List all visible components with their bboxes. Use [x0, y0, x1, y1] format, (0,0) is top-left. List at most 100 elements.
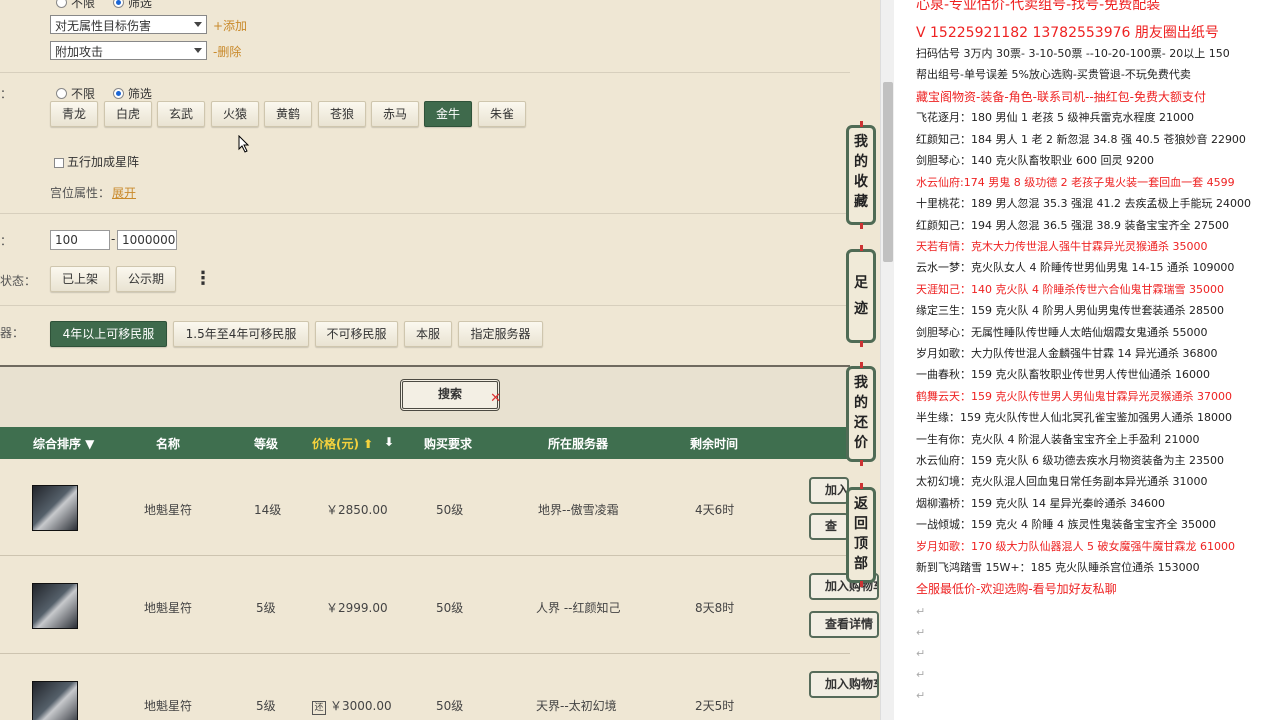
req-header: 购买要求: [424, 437, 473, 451]
item-thumbnail[interactable]: [32, 681, 78, 720]
expand-link[interactable]: 展开: [112, 184, 136, 201]
star-option-baihu[interactable]: 白虎: [104, 101, 152, 127]
item-name[interactable]: 地魁星符: [144, 501, 192, 518]
radio-filter[interactable]: 筛选: [112, 0, 152, 11]
divider: [0, 213, 850, 214]
stars-radio-filter[interactable]: 筛选: [112, 85, 152, 102]
stars-radio-group: 不限 筛选: [56, 85, 166, 102]
footprint-tab[interactable]: 足迹: [846, 245, 876, 347]
ad-line: 一生有你：克火队 4 阶混人装备宝宝齐全上手盈利 21000: [916, 433, 1200, 446]
empty-paragraph-mark: ↵: [916, 605, 926, 618]
stars-radio-unlimited[interactable]: 不限: [56, 85, 95, 102]
add-link[interactable]: +添加: [213, 17, 247, 34]
add-to-cart-button[interactable]: 加入购物车: [809, 671, 879, 698]
ad-line: 天涯知己：140 克火队 4 阶睡杀传世六合仙鬼甘霖瑞雪 35000: [916, 283, 1224, 296]
attribute-select-2[interactable]: 附加攻击: [50, 41, 207, 60]
server-option-specific[interactable]: 指定服务器: [458, 321, 543, 347]
ad-line: 岁月如歌：170 级大力队仙器混人 5 破女魔强牛魔甘霖龙 61000: [916, 540, 1235, 553]
star-option-qinglong[interactable]: 青龙: [50, 101, 98, 127]
radio-unlimited[interactable]: 不限: [56, 0, 95, 11]
ad-header: 心泉-专业估价-代卖组号-找号-免费配装: [916, 0, 1161, 13]
five-elements-checkbox[interactable]: 五行加成星阵: [54, 153, 139, 170]
radio-label: 不限: [71, 0, 96, 10]
ad-line: 太初幻境：克火队混人回血鬼日常任务副本异光通杀 31000: [916, 475, 1208, 488]
star-option-xuanwu[interactable]: 玄武: [157, 101, 205, 127]
table-row: 地魁星符 14级 ￥2850.00 50级 地界--傲雪凌霜 4天6时 加入 查: [0, 459, 850, 556]
back-to-top-tab[interactable]: 返回顶部: [846, 483, 876, 587]
price-sort-down[interactable]: ⬇: [384, 435, 394, 449]
ad-line: 云水一梦：克火队女人 4 阶睡传世男仙男鬼 14-15 通杀 109000: [916, 261, 1235, 274]
sort-header[interactable]: 综合排序 ▼: [33, 435, 94, 452]
ad-line: 岁月如歌：大力队传世混人金麟强牛甘霖 14 异光通杀 36800: [916, 347, 1218, 360]
item-thumbnail[interactable]: [32, 485, 78, 531]
select-value: 附加攻击: [55, 45, 104, 59]
item-server: 天界--太初幻境: [536, 699, 617, 713]
item-price: ￥2850.00: [326, 503, 388, 517]
price-sort-up[interactable]: 价格(元) ⬆: [312, 435, 373, 452]
star-option-huanghe[interactable]: 黄鹤: [264, 101, 312, 127]
item-level: 5级: [256, 601, 276, 615]
palace-label: 宫位属性：: [50, 186, 111, 200]
item-name[interactable]: 地魁星符: [144, 697, 192, 714]
item-price: ￥2999.00: [326, 601, 388, 615]
empty-paragraph-mark: ↵: [916, 689, 926, 702]
server-option-this[interactable]: 本服: [404, 321, 452, 347]
star-option-canglang[interactable]: 苍狼: [318, 101, 366, 127]
ad-line: 全服最低价-欢迎选购-看号加好友私聊: [916, 582, 1117, 596]
ad-contact: V 15225921182 13782553976 朋友圈出纸号: [916, 25, 1219, 41]
server-option-no-migrate[interactable]: 不可移民服: [315, 321, 398, 347]
ad-line: 半生缘：159 克火队传世人仙北冥孔雀宝鉴加强男人通杀 18000: [916, 411, 1232, 424]
checkbox-label: 五行加成星阵: [67, 155, 140, 169]
ad-line: 水云仙府:174 男鬼 8 级功德 2 老孩子鬼火装一套回血一套 4599: [916, 176, 1235, 189]
scrollbar-thumb[interactable]: [883, 82, 893, 262]
item-thumbnail[interactable]: [32, 583, 78, 629]
search-button[interactable]: 搜索 ✕: [400, 379, 501, 411]
item-price-cell: 还 ￥3000.00: [312, 697, 392, 715]
price-label: ：: [0, 234, 13, 248]
ad-line: 新到飞鸿踏雪 15W+：185 克火队睡杀宫位通杀 153000: [916, 561, 1200, 574]
more-vertical-icon[interactable]: ⋮: [194, 270, 212, 288]
close-icon: ✕: [490, 391, 501, 406]
my-favorites-tab[interactable]: 我的收藏: [846, 121, 876, 229]
search-button-label: 搜索: [437, 387, 462, 401]
divider: [0, 305, 850, 306]
add-to-cart-button[interactable]: 加入: [809, 477, 849, 504]
ad-line: 剑胆琴心：140 克火队畜牧职业 600 回灵 9200: [916, 154, 1154, 167]
view-details-button[interactable]: 查看详情: [809, 611, 879, 638]
server-label: 器：: [0, 326, 25, 340]
empty-paragraph-mark: ↵: [916, 668, 926, 681]
empty-paragraph-mark: ↵: [916, 647, 926, 660]
status-public-button[interactable]: 公示期: [116, 266, 176, 292]
ad-line: 飞花逐月：180 男仙 1 老孩 5 级神兵雷克水程度 21000: [916, 111, 1194, 124]
view-details-button[interactable]: 查: [809, 513, 849, 540]
item-server: 人界 --红颜知己: [536, 601, 621, 615]
bargain-tag-icon: 还: [312, 701, 326, 715]
top-radio-group: 不限 筛选: [56, 0, 166, 11]
ad-line: 天若有情：克木大力传世混人强牛甘霖异光灵猴通杀 35000: [916, 240, 1208, 253]
status-listed-button[interactable]: 已上架: [50, 266, 110, 292]
mouse-cursor-icon: [238, 135, 250, 153]
star-option-huoyuan[interactable]: 火猿: [211, 101, 259, 127]
chevron-down-icon: [194, 22, 202, 27]
star-option-jinniu[interactable]: 金牛: [424, 101, 472, 127]
my-bargain-tab[interactable]: 我的还价: [846, 362, 876, 466]
item-time: 2天5时: [695, 699, 735, 713]
attribute-select-1[interactable]: 对无属性目标伤害: [50, 15, 207, 34]
server-option-1-5y[interactable]: 1.5年至4年可移民服: [173, 321, 309, 347]
star-option-chima[interactable]: 赤马: [371, 101, 419, 127]
price-min-input[interactable]: 100: [50, 230, 110, 250]
server-option-4y[interactable]: 4年以上可移民服: [50, 321, 167, 347]
ad-line: 一战倾城：159 克火 4 阶睡 4 族灵性鬼装备宝宝齐全 35000: [916, 518, 1216, 531]
price-max-input[interactable]: 1000000: [117, 230, 177, 250]
vertical-scrollbar[interactable]: [880, 0, 894, 720]
delete-link[interactable]: -删除: [213, 43, 241, 60]
item-level: 14级: [254, 503, 282, 517]
item-name[interactable]: 地魁星符: [144, 599, 192, 616]
ad-line: 一曲春秋：159 克火队畜牧职业传世男人传世仙通杀 16000: [916, 368, 1210, 381]
ad-line: 十里桃花：189 男人忽混 35.3 强混 41.2 去疾孟极上手能玩 2400…: [916, 197, 1251, 210]
star-option-zhuque[interactable]: 朱雀: [478, 101, 526, 127]
time-header: 剩余时间: [690, 437, 739, 451]
item-req: 50级: [436, 601, 464, 615]
chevron-down-icon: [194, 48, 202, 53]
price-separator: -: [111, 232, 116, 246]
